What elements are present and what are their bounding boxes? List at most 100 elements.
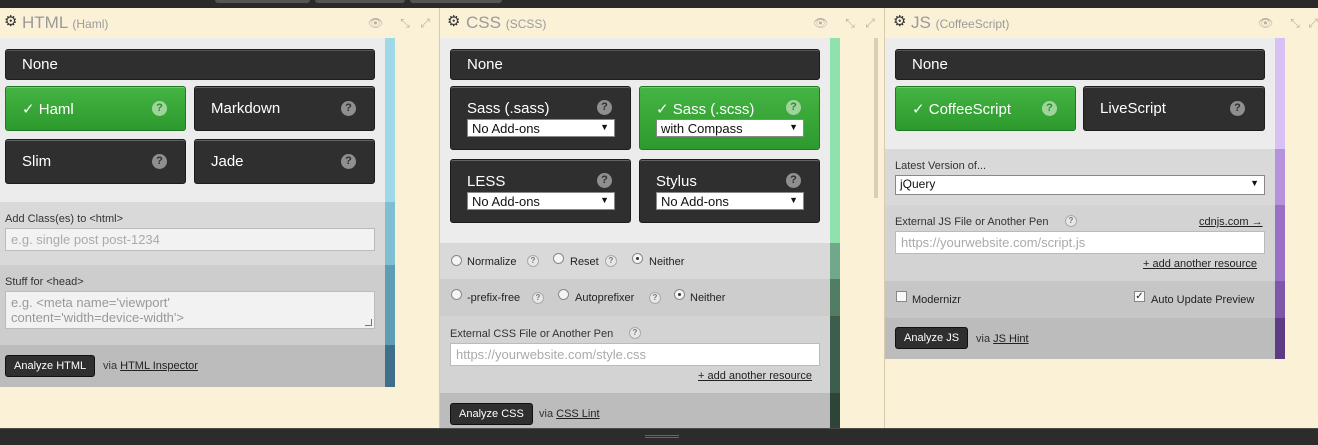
top-tab[interactable] xyxy=(215,0,310,3)
none-button[interactable]: None xyxy=(5,49,375,80)
help-icon[interactable]: ? xyxy=(786,173,801,188)
slim-button[interactable]: Slim ? xyxy=(5,139,186,184)
js-hint-link[interactable]: JS Hint xyxy=(993,333,1028,345)
html-analyze-section: Analyze HTML via HTML Inspector xyxy=(0,345,385,387)
eye-icon[interactable]: 👁 xyxy=(368,16,383,30)
scss-button[interactable]: ✓ Sass (.scss) ? with Compass ▼ xyxy=(639,86,820,150)
html-class-input[interactable]: e.g. single post post-1234 xyxy=(5,228,375,251)
help-icon[interactable]: ? xyxy=(532,292,544,304)
html-pane-header: ⚙ HTML (Haml) 👁 ⤡ ⤢ xyxy=(0,8,438,38)
top-bar xyxy=(0,0,1318,8)
help-icon[interactable]: ? xyxy=(1065,215,1077,227)
top-tab[interactable] xyxy=(410,0,502,3)
help-icon[interactable]: ? xyxy=(786,100,801,115)
modernizr-checkbox[interactable] xyxy=(896,291,907,302)
gear-icon[interactable]: ⚙ xyxy=(4,14,18,29)
reset-radio[interactable] xyxy=(553,253,564,264)
dropdown-arrow-icon: ▼ xyxy=(600,122,609,132)
less-addons-select[interactable]: No Add-ons ▼ xyxy=(467,192,615,210)
css-color-strip xyxy=(830,38,840,434)
auto-update-checkbox[interactable]: ✓ xyxy=(1134,291,1145,302)
stylus-addons-select[interactable]: No Add-ons ▼ xyxy=(656,192,804,210)
help-icon[interactable]: ? xyxy=(152,154,167,169)
html-classes-section: Add Class(es) to <html> e.g. single post… xyxy=(0,202,385,265)
help-icon[interactable]: ? xyxy=(527,255,539,267)
expand-icon[interactable]: ⤢ xyxy=(418,16,432,30)
analyze-css-button[interactable]: Analyze CSS xyxy=(450,403,533,425)
analyze-html-button[interactable]: Analyze HTML xyxy=(5,355,96,377)
none-button[interactable]: None xyxy=(450,49,820,80)
expand-icon[interactable]: ⤢ xyxy=(1306,16,1318,30)
pane-title: CSS (SCSS) xyxy=(466,13,547,32)
add-resource-link[interactable]: + add another resource xyxy=(1143,258,1257,270)
expand-icon[interactable]: ⤢ xyxy=(863,16,877,30)
help-icon[interactable]: ? xyxy=(152,101,167,116)
head-textarea[interactable]: e.g. <meta name='viewport' content='widt… xyxy=(5,291,375,329)
via-text: via HTML Inspector xyxy=(103,360,198,372)
scrollbar[interactable] xyxy=(874,38,878,198)
help-icon[interactable]: ? xyxy=(341,154,356,169)
via-text: via JS Hint xyxy=(976,333,1029,345)
sass-button[interactable]: Sass (.sass) ? No Add-ons ▼ xyxy=(450,86,631,150)
collapse-icon[interactable]: ⤡ xyxy=(398,16,412,30)
markdown-button[interactable]: Markdown ? xyxy=(194,86,375,131)
top-tab[interactable] xyxy=(315,0,405,3)
resize-handle[interactable] xyxy=(365,319,372,326)
head-label: Stuff for <head> xyxy=(5,276,84,288)
collapse-icon[interactable]: ⤡ xyxy=(843,16,857,30)
autoprefixer-radio[interactable] xyxy=(558,289,569,300)
latest-version-select[interactable]: jQuery ▼ xyxy=(895,175,1265,195)
help-icon[interactable]: ? xyxy=(597,100,612,115)
html-pane: ⚙ HTML (Haml) 👁 ⤡ ⤢ None ✓ Haml ? Markdo… xyxy=(0,8,438,428)
eye-icon[interactable]: 👁 xyxy=(813,16,828,30)
help-icon[interactable]: ? xyxy=(341,101,356,116)
html-head-section: Stuff for <head> e.g. <meta name='viewpo… xyxy=(0,265,385,345)
none-button[interactable]: None xyxy=(895,49,1265,80)
prefixfree-radio[interactable] xyxy=(451,289,462,300)
js-pane: ⚙ JS (CoffeeScript) 👁 ⤡ ⤢ None ✓ CoffeeS… xyxy=(884,8,1318,428)
via-text: via CSS Lint xyxy=(539,408,600,420)
analyze-js-button[interactable]: Analyze JS xyxy=(895,327,969,349)
sass-addons-select[interactable]: No Add-ons ▼ xyxy=(467,119,615,137)
normalize-radio[interactable] xyxy=(451,255,462,266)
help-icon[interactable]: ? xyxy=(1042,101,1057,116)
less-button[interactable]: LESS ? No Add-ons ▼ xyxy=(450,159,631,223)
stylus-button[interactable]: Stylus ? No Add-ons ▼ xyxy=(639,159,820,223)
haml-button[interactable]: ✓ Haml ? xyxy=(5,86,186,131)
resize-grip-icon[interactable] xyxy=(645,435,679,438)
help-icon[interactable]: ? xyxy=(1230,101,1245,116)
help-icon[interactable]: ? xyxy=(597,173,612,188)
js-analyze-section: Analyze JS via JS Hint xyxy=(885,318,1275,359)
neither-radio[interactable] xyxy=(674,289,685,300)
latest-version-label: Latest Version of... xyxy=(895,160,987,172)
pane-title: JS (CoffeeScript) xyxy=(911,13,1010,32)
collapse-icon[interactable]: ⤡ xyxy=(1288,16,1302,30)
help-icon[interactable]: ? xyxy=(649,292,661,304)
bottom-bar xyxy=(0,428,1318,445)
gear-icon[interactable]: ⚙ xyxy=(893,14,907,29)
eye-icon[interactable]: 👁 xyxy=(1258,16,1273,30)
html-settings: None ✓ Haml ? Markdown ? Slim ? Jade ? A… xyxy=(0,38,385,387)
add-resource-link[interactable]: + add another resource xyxy=(698,370,812,382)
cdnjs-link[interactable]: cdnjs.com → xyxy=(1199,216,1263,228)
external-js-input[interactable]: https://yourwebsite.com/script.js xyxy=(895,231,1265,254)
css-external-section: External CSS File or Another Pen ? https… xyxy=(440,316,830,393)
js-options-section: Modernizr ✓ Auto Update Preview xyxy=(885,281,1275,318)
dropdown-arrow-icon: ▼ xyxy=(600,195,609,205)
external-css-input[interactable]: https://yourwebsite.com/style.css xyxy=(450,343,820,366)
neither-radio[interactable] xyxy=(632,253,643,264)
js-pane-header: ⚙ JS (CoffeeScript) 👁 ⤡ ⤢ xyxy=(885,8,1318,38)
css-lint-link[interactable]: CSS Lint xyxy=(556,408,599,420)
pane-title: HTML (Haml) xyxy=(22,13,109,32)
help-icon[interactable]: ? xyxy=(605,255,617,267)
scss-addons-select[interactable]: with Compass ▼ xyxy=(656,119,804,137)
help-icon[interactable]: ? xyxy=(629,327,641,339)
coffeescript-button[interactable]: ✓ CoffeeScript ? xyxy=(895,86,1076,131)
gear-icon[interactable]: ⚙ xyxy=(447,14,461,29)
dropdown-arrow-icon: ▼ xyxy=(789,195,798,205)
js-latest-section: Latest Version of... jQuery ▼ xyxy=(885,149,1275,205)
jade-button[interactable]: Jade ? xyxy=(194,139,375,184)
html-inspector-link[interactable]: HTML Inspector xyxy=(120,360,198,372)
external-css-label: External CSS File or Another Pen xyxy=(450,328,614,340)
livescript-button[interactable]: LiveScript ? xyxy=(1083,86,1265,131)
